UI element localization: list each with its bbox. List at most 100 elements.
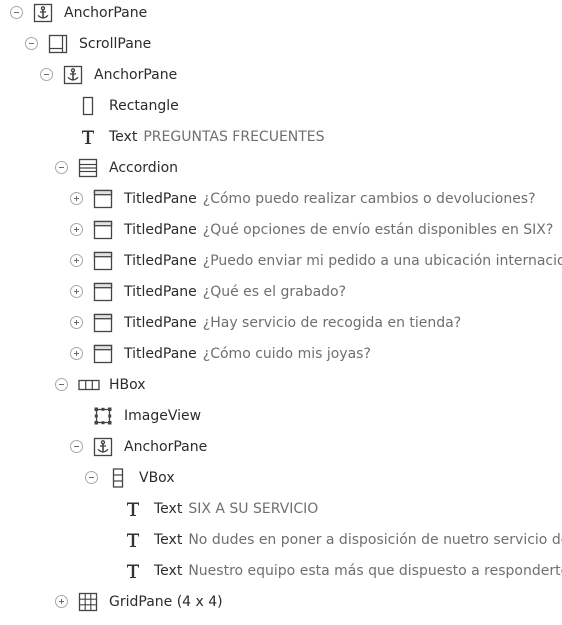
node-label: GridPane (4 x 4) <box>109 594 223 611</box>
node-label: Text No dudes en poner a disposición de n… <box>154 532 562 549</box>
tree-row-titledpane[interactable]: TitledPane ¿Puedo enviar mi pedido a una … <box>0 247 562 278</box>
node-label: Text SIX A SU SERVICIO <box>154 501 318 518</box>
node-type: TitledPane <box>124 253 197 269</box>
node-label: TitledPane ¿Puedo enviar mi pedido a una … <box>124 253 562 270</box>
expand-icon[interactable] <box>70 316 83 329</box>
anchor-icon <box>33 3 53 23</box>
node-type: GridPane (4 x 4) <box>109 594 223 610</box>
tree-row-titledpane[interactable]: TitledPane ¿Qué es el grabado? <box>0 278 562 309</box>
node-label: TitledPane ¿Cómo cuido mis joyas? <box>124 346 371 363</box>
collapse-icon[interactable] <box>10 6 23 19</box>
node-type: AnchorPane <box>64 5 148 21</box>
node-value: Nuestro equipo esta más que dispuesto a … <box>188 563 562 579</box>
node-label: AnchorPane <box>94 67 177 84</box>
rectangle-icon <box>78 96 98 116</box>
node-type: ImageView <box>124 408 202 424</box>
node-value: ¿Qué es el grabado? <box>202 284 347 300</box>
tree-row-accordion[interactable]: Accordion <box>0 154 562 185</box>
node-value: No dudes en poner a disposición de nuetr… <box>188 532 562 548</box>
tree-row-scrollpane[interactable]: ScrollPane <box>0 30 562 61</box>
expand-icon[interactable] <box>70 285 83 298</box>
node-type: TitledPane <box>124 222 197 238</box>
text-icon <box>123 561 143 581</box>
node-value: ¿Qué opciones de envío están disponibles… <box>202 222 554 238</box>
tree-row-titledpane[interactable]: TitledPane ¿Hay servicio de recogida en t… <box>0 309 562 340</box>
node-label: HBox <box>109 377 146 394</box>
tree-row-imageview[interactable]: ImageView <box>0 402 562 433</box>
node-label: TitledPane ¿Cómo puedo realizar cambios o… <box>124 191 536 208</box>
scrollpane-icon <box>48 34 68 54</box>
node-label: VBox <box>139 470 175 487</box>
collapse-icon[interactable] <box>40 68 53 81</box>
node-label: TitledPane ¿Qué opciones de envío están d… <box>124 222 553 239</box>
node-value: PREGUNTAS FRECUENTES <box>143 129 325 145</box>
node-type: AnchorPane <box>94 67 178 83</box>
tree-row-rectangle[interactable]: Rectangle <box>0 92 562 123</box>
node-type: Text <box>109 129 138 145</box>
tree-row-text[interactable]: Text SIX A SU SERVICIO <box>0 495 562 526</box>
titledpane-icon <box>93 344 113 364</box>
tree-row-titledpane[interactable]: TitledPane ¿Qué opciones de envío están d… <box>0 216 562 247</box>
text-icon <box>123 530 143 550</box>
node-type: Text <box>154 501 183 517</box>
expand-icon[interactable] <box>70 347 83 360</box>
titledpane-icon <box>93 251 113 271</box>
node-type: AnchorPane <box>124 439 208 455</box>
node-label: ImageView <box>124 408 201 425</box>
text-icon <box>123 499 143 519</box>
node-type: ScrollPane <box>79 36 152 52</box>
vbox-icon <box>108 468 128 488</box>
node-value: ¿Cómo cuido mis joyas? <box>202 346 371 362</box>
node-type: TitledPane <box>124 346 197 362</box>
node-value: ¿Cómo puedo realizar cambios o devolucio… <box>202 191 536 207</box>
collapse-icon[interactable] <box>55 161 68 174</box>
tree-row-anchorpane[interactable]: AnchorPane <box>0 61 562 92</box>
tree-row-vbox[interactable]: VBox <box>0 464 562 495</box>
tree-row-anchorpane[interactable]: AnchorPane <box>0 0 562 30</box>
collapse-icon[interactable] <box>70 440 83 453</box>
collapse-icon[interactable] <box>55 378 68 391</box>
gridpane-icon <box>78 592 98 612</box>
tree-row-anchorpane[interactable]: AnchorPane <box>0 433 562 464</box>
hierarchy-tree: AnchorPane ScrollPane AnchorPane Rectangle T… <box>0 0 562 625</box>
node-type: HBox <box>109 377 146 393</box>
titledpane-icon <box>93 313 113 333</box>
node-label: AnchorPane <box>124 439 207 456</box>
tree-row-gridpane-4-x-4[interactable]: GridPane (4 x 4) <box>0 588 562 619</box>
anchor-icon <box>93 437 113 457</box>
titledpane-icon <box>93 189 113 209</box>
text-icon <box>78 127 98 147</box>
titledpane-icon <box>93 220 113 240</box>
expand-icon[interactable] <box>55 595 68 608</box>
node-label: TitledPane ¿Hay servicio de recogida en t… <box>124 315 461 332</box>
tree-row-titledpane[interactable]: TitledPane ¿Cómo puedo realizar cambios o… <box>0 185 562 216</box>
node-value: SIX A SU SERVICIO <box>188 501 319 517</box>
node-value: ¿Hay servicio de recogida en tienda? <box>202 315 462 331</box>
tree-row-text[interactable]: Text Nuestro equipo esta más que dispuest… <box>0 557 562 588</box>
imageview-icon <box>93 406 113 426</box>
node-label: ScrollPane <box>79 36 151 53</box>
node-label: Rectangle <box>109 98 179 115</box>
expand-icon[interactable] <box>70 254 83 267</box>
node-type: VBox <box>139 470 175 486</box>
collapse-icon[interactable] <box>85 471 98 484</box>
node-type: TitledPane <box>124 191 197 207</box>
tree-row-hbox[interactable]: HBox <box>0 371 562 402</box>
node-label: AnchorPane <box>64 5 147 22</box>
collapse-icon[interactable] <box>25 37 38 50</box>
hbox-icon <box>78 375 100 395</box>
node-type: Text <box>154 532 183 548</box>
titledpane-icon <box>93 282 113 302</box>
tree-row-text[interactable]: Text PREGUNTAS FRECUENTES <box>0 123 562 154</box>
node-label: Text PREGUNTAS FRECUENTES <box>109 129 325 146</box>
expand-icon[interactable] <box>70 192 83 205</box>
anchor-icon <box>63 65 83 85</box>
node-type: TitledPane <box>124 284 197 300</box>
node-label: Accordion <box>109 160 178 177</box>
tree-row-titledpane[interactable]: TitledPane ¿Cómo cuido mis joyas? <box>0 340 562 371</box>
expand-icon[interactable] <box>70 223 83 236</box>
accordion-icon <box>78 158 98 178</box>
node-type: Text <box>154 563 183 579</box>
tree-row-text[interactable]: Text No dudes en poner a disposición de n… <box>0 526 562 557</box>
node-label: Text Nuestro equipo esta más que dispuest… <box>154 563 562 580</box>
